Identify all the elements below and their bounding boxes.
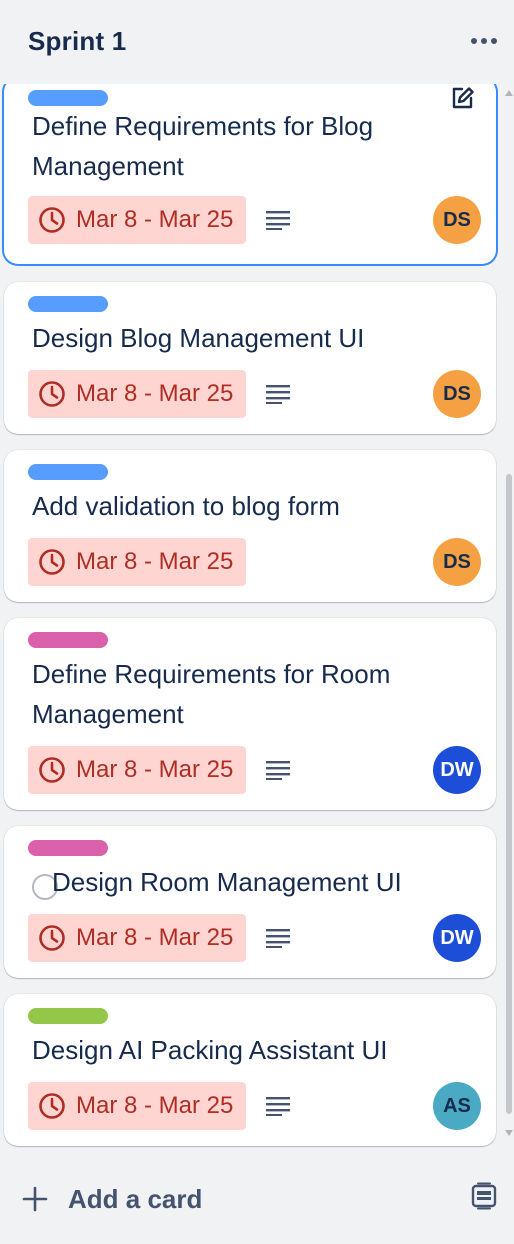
card-badges: Mar 8 - Mar 25 DS [28, 370, 488, 418]
card[interactable]: Define Requirements for Blog Management … [4, 84, 496, 264]
scroll-up-arrow-icon[interactable] [505, 90, 513, 96]
card-title: Add validation to blog form [32, 491, 340, 521]
card-title: Design Room Management UI [52, 867, 402, 897]
card[interactable]: Design AI Packing Assistant UI Mar 8 - M… [4, 994, 496, 1146]
card-label[interactable] [28, 840, 108, 856]
description-lines-icon [266, 758, 294, 782]
scroll-down-arrow-icon[interactable] [505, 1130, 513, 1136]
description-lines-icon [266, 208, 294, 232]
card-title: Define Requirements for Room Management [32, 659, 391, 729]
card[interactable]: Define Requirements for Room Management … [4, 618, 496, 810]
clock-icon [38, 206, 66, 234]
avatar[interactable]: DW [433, 746, 481, 794]
card[interactable]: Design Blog Management UI Mar 8 - Mar 25 [4, 282, 496, 434]
list-title[interactable]: Sprint 1 [28, 26, 126, 57]
card-badges: Mar 8 - Mar 25 AS [28, 1082, 488, 1130]
card-label[interactable] [28, 464, 108, 480]
list-sprint-1: Sprint 1 Define Requirements for Blog Ma… [0, 0, 514, 1244]
due-date-text: Mar 8 - Mar 25 [76, 924, 234, 951]
add-card-button[interactable]: Add a card [16, 1170, 436, 1228]
clock-icon [38, 756, 66, 784]
due-date-text: Mar 8 - Mar 25 [76, 548, 234, 575]
clock-icon [38, 380, 66, 408]
add-card-label: Add a card [68, 1183, 203, 1214]
list-header: Sprint 1 [0, 0, 514, 84]
card-label[interactable] [28, 90, 108, 106]
scrollbar-thumb[interactable] [506, 474, 512, 1114]
card-title: Define Requirements for Blog Management [32, 111, 374, 181]
due-date-text: Mar 8 - Mar 25 [76, 756, 234, 783]
description-lines-icon [266, 926, 294, 950]
card-label[interactable] [28, 1008, 108, 1024]
due-date-text: Mar 8 - Mar 25 [76, 1092, 234, 1119]
card[interactable]: Add validation to blog form Mar 8 - Mar … [4, 450, 496, 602]
due-date-badge[interactable]: Mar 8 - Mar 25 [28, 1082, 246, 1130]
due-date-text: Mar 8 - Mar 25 [76, 380, 234, 407]
avatar[interactable]: DW [433, 914, 481, 962]
card-template-icon [471, 1182, 497, 1215]
clock-icon [38, 1092, 66, 1120]
pencil-edit-icon [448, 84, 476, 117]
due-date-badge[interactable]: Mar 8 - Mar 25 [28, 746, 246, 794]
description-lines-icon [266, 1094, 294, 1118]
avatar[interactable]: DS [433, 196, 481, 244]
avatar[interactable]: DS [433, 370, 481, 418]
card-label[interactable] [28, 296, 108, 312]
clock-icon [38, 924, 66, 952]
list-actions-button[interactable] [466, 24, 502, 58]
due-date-badge[interactable]: Mar 8 - Mar 25 [28, 538, 246, 586]
due-date-badge[interactable]: Mar 8 - Mar 25 [28, 196, 246, 244]
card-badges: Mar 8 - Mar 25 DW [28, 914, 488, 962]
card-badges: Mar 8 - Mar 25 DW [28, 746, 488, 794]
due-date-badge[interactable]: Mar 8 - Mar 25 [28, 914, 246, 962]
list-scrollbar[interactable] [504, 84, 514, 1150]
card-label[interactable] [28, 632, 108, 648]
card-title: Design AI Packing Assistant UI [32, 1035, 388, 1065]
description-lines-icon [266, 382, 294, 406]
clock-icon [38, 548, 66, 576]
due-date-text: Mar 8 - Mar 25 [76, 206, 234, 233]
more-horizontal-icon [470, 32, 498, 50]
list-footer: Add a card [0, 1162, 514, 1236]
card-badges: Mar 8 - Mar 25 DS [28, 196, 488, 244]
avatar[interactable]: AS [433, 1082, 481, 1130]
avatar[interactable]: DS [433, 538, 481, 586]
card-badges: Mar 8 - Mar 25 DS [28, 538, 488, 586]
card[interactable]: Design Room Management UI Mar 8 - Mar 25 [4, 826, 496, 978]
create-from-template-button[interactable] [466, 1180, 502, 1216]
cards-container: Define Requirements for Blog Management … [0, 84, 514, 1150]
due-date-badge[interactable]: Mar 8 - Mar 25 [28, 370, 246, 418]
plus-icon [22, 1186, 48, 1212]
card-title: Design Blog Management UI [32, 323, 365, 353]
